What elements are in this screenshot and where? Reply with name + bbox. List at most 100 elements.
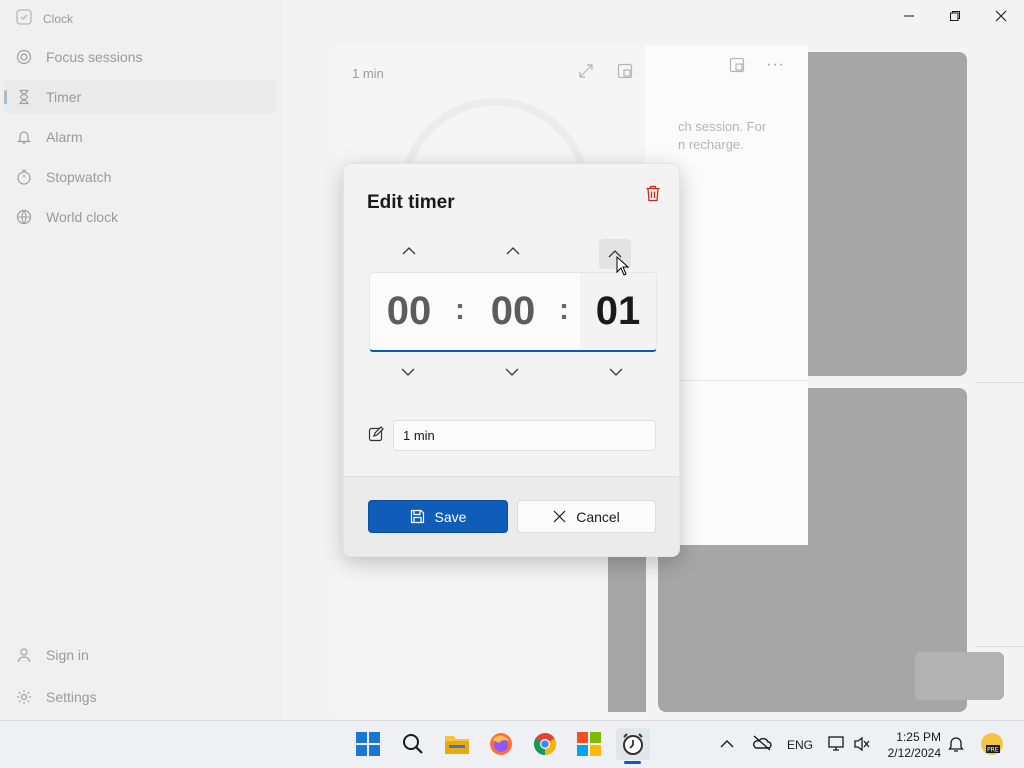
notifications-icon[interactable] [948,735,964,758]
compact-overlay-icon[interactable] [617,63,633,84]
mouse-cursor-icon [616,255,630,281]
nav-item-alarm[interactable]: Alarm [4,120,276,154]
focus-icon [16,49,32,65]
time-picker[interactable]: 00 : 00 : 01 [369,272,657,352]
save-label: Save [434,508,467,525]
placeholder-panel [608,557,646,712]
cancel-label: Cancel [576,508,620,525]
placeholder-panel [915,652,1004,700]
hourglass-icon [19,89,29,105]
hours-decrement-button[interactable] [388,357,428,387]
windows-logo-icon [356,732,380,756]
hours-value[interactable]: 00 [371,273,447,349]
divider [975,382,1024,383]
delete-timer-button[interactable] [642,182,664,204]
chevron-up-icon [720,740,734,748]
navigation-sidebar: Clock Focus sessions Timer Alarm Stopwat… [0,0,283,720]
app-title: Clock [43,11,74,26]
focus-text-line: n recharge. [678,137,744,152]
clock-app-icon [16,9,32,28]
stopwatch-icon [17,169,31,185]
nav-item-settings[interactable]: Settings [4,680,276,714]
folder-icon [445,736,469,754]
language-indicator[interactable]: ENG [787,738,813,752]
chevron-down-icon [401,368,415,376]
trash-icon [646,185,660,201]
chevron-down-icon [609,368,623,376]
alarm-clock-icon [623,733,643,755]
gear-icon [17,690,31,704]
expand-icon[interactable] [578,63,594,84]
microsoft-store-button[interactable] [573,728,605,760]
timer-card-label: 1 min [352,66,384,81]
seconds-value[interactable]: 01 [580,273,656,349]
restore-icon [950,11,960,21]
nav-item-stopwatch[interactable]: Stopwatch [4,160,276,194]
insider-preview-icon[interactable]: PRE [980,732,1004,761]
search-button[interactable] [397,728,429,760]
focus-text-line: ch session. For [678,119,767,134]
start-button[interactable] [352,728,384,760]
seconds-decrement-button[interactable] [596,357,636,387]
volume-muted-icon[interactable] [853,736,871,757]
time-separator: : [455,293,465,326]
app-title-bar: Clock [16,9,73,28]
search-icon [403,734,423,754]
globe-icon [16,209,32,225]
person-icon [17,648,31,663]
minimize-button[interactable] [886,0,932,32]
close-button[interactable] [978,0,1024,32]
nav-label: Settings [46,689,97,705]
microsoft-logo-icon [577,732,601,756]
nav-label: World clock [46,209,119,225]
placeholder-panel [808,388,967,548]
minutes-increment-button[interactable] [493,236,533,266]
nav-item-timer[interactable]: Timer [4,80,276,114]
save-icon [410,509,424,524]
restore-button[interactable] [932,0,978,32]
minutes-value[interactable]: 00 [475,273,551,349]
chevron-down-icon [505,368,519,376]
focus-description: ch session. For n recharge. [678,118,766,154]
edit-name-icon [368,426,384,447]
firefox-icon [490,733,512,755]
time-separator: : [559,293,569,326]
clock-app-button[interactable] [616,728,650,760]
divider [975,646,1024,647]
network-icon[interactable] [828,736,846,757]
placeholder-panel [808,52,967,376]
close-icon [553,510,566,523]
system-clock[interactable]: 1:25 PM 2/12/2024 [883,729,941,761]
clock-time: 1:25 PM [896,730,941,744]
nav-label: Alarm [46,129,83,145]
dialog-title: Edit timer [367,192,455,213]
chrome-button[interactable] [529,728,561,760]
nav-label: Sign in [46,647,89,663]
nav-item-world-clock[interactable]: World clock [4,200,276,234]
nav-item-sign-in[interactable]: Sign in [4,638,276,672]
nav-label: Stopwatch [46,169,112,185]
minimize-icon [904,15,914,17]
cancel-button[interactable]: Cancel [517,500,656,533]
firefox-button[interactable] [485,728,517,760]
save-button[interactable]: Save [368,500,508,533]
file-explorer-button[interactable] [441,728,473,760]
hours-increment-button[interactable] [389,236,429,266]
chevron-up-icon [506,247,520,255]
clock-date: 2/12/2024 [887,746,941,760]
more-options-icon[interactable]: ··· [766,56,785,74]
nav-item-focus-sessions[interactable]: Focus sessions [4,40,276,74]
minutes-decrement-button[interactable] [492,357,532,387]
compact-overlay-icon[interactable] [729,57,745,78]
timer-name-input[interactable] [393,420,656,451]
chrome-icon [534,733,556,755]
svg-text:PRE: PRE [987,747,999,754]
nav-label: Timer [46,89,82,105]
show-hidden-icons-button[interactable] [720,736,734,754]
close-icon [995,10,1007,22]
edit-timer-dialog: Edit timer 00 : 00 : 01 Save Canc [343,163,680,557]
active-app-indicator [624,761,641,764]
nav-label: Focus sessions [46,49,143,65]
onedrive-icon[interactable] [752,735,772,756]
chevron-up-icon [402,247,416,255]
